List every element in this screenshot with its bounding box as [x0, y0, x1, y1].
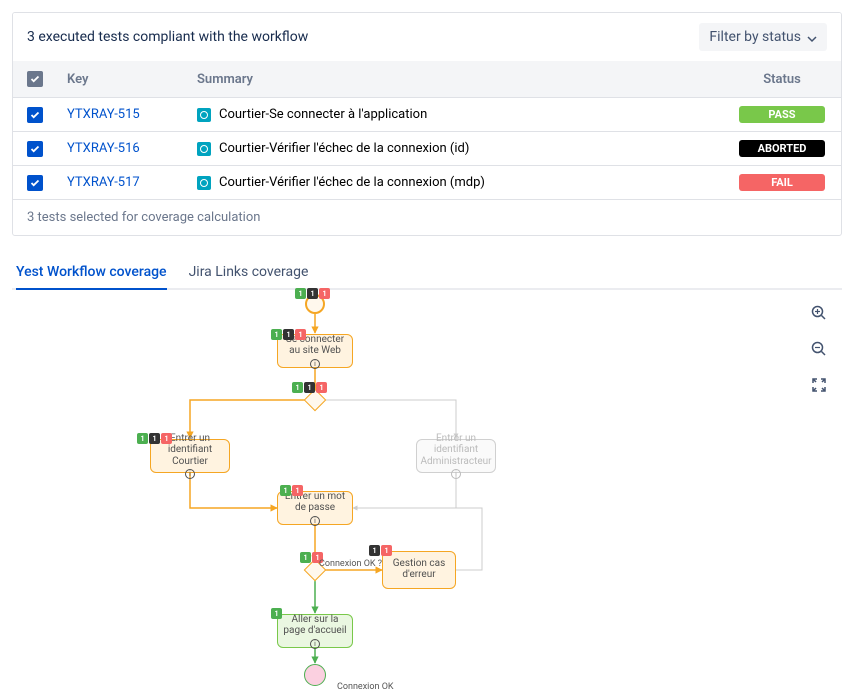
panel-header: 3 executed tests compliant with the work… [13, 13, 841, 61]
col-status: Status [737, 72, 827, 87]
node-identifiant-admin[interactable]: Entrer un identifiant Administracteuri [416, 439, 496, 473]
end-label: Connexion OK [337, 682, 394, 692]
select-all-checkbox[interactable] [27, 71, 43, 87]
n5-badges: 11 [369, 545, 392, 556]
summary-text: Courtier-Se connecter à l'application [219, 107, 427, 122]
filter-label: Filter by status [709, 29, 801, 45]
col-summary: Summary [197, 72, 737, 87]
panel-title: 3 executed tests compliant with the work… [27, 29, 308, 45]
info-icon: i [310, 639, 320, 649]
n1-badges: 111 [271, 329, 306, 340]
table-row: YTXRAY-517 Courtier-Vérifier l'échec de … [13, 165, 841, 199]
workflow-end-node[interactable] [304, 664, 326, 686]
status-badge: ABORTED [739, 140, 825, 157]
info-icon: i [310, 359, 320, 369]
workflow-canvas[interactable]: 111 Se connecter au site Webi 111 111 En… [12, 290, 842, 700]
issue-key-link[interactable]: YTXRAY-515 [67, 107, 140, 122]
node-gestion-erreur[interactable]: Gestion cas d'erreur [382, 551, 456, 589]
issue-key-link[interactable]: YTXRAY-516 [67, 141, 140, 156]
tab-yest-workflow[interactable]: Yest Workflow coverage [16, 256, 167, 290]
issue-type-icon [197, 108, 211, 122]
issue-type-icon [197, 142, 211, 156]
n2-badges: 111 [137, 433, 172, 444]
table-row: YTXRAY-515 Courtier-Se connecter à l'app… [13, 97, 841, 131]
summary-text: Courtier-Vérifier l'échec de la connexio… [219, 141, 469, 156]
tests-panel: 3 executed tests compliant with the work… [12, 12, 842, 236]
d1-badges: 111 [292, 382, 327, 393]
chevron-down-icon [807, 32, 817, 42]
status-badge: FAIL [739, 174, 825, 191]
filter-by-status-button[interactable]: Filter by status [699, 23, 827, 51]
row-checkbox[interactable] [27, 141, 43, 157]
status-badge: PASS [739, 106, 825, 123]
coverage-tabs: Yest Workflow coverage Jira Links covera… [12, 256, 842, 290]
n4-badges: 11 [280, 485, 303, 496]
info-icon: i [310, 516, 320, 526]
col-key: Key [67, 72, 197, 87]
node-page-accueil[interactable]: Aller sur la page d'accueili [277, 614, 353, 648]
row-checkbox[interactable] [27, 175, 43, 191]
summary-text: Courtier-Vérifier l'échec de la connexio… [219, 175, 485, 190]
decision-label: Connexion OK ? [319, 559, 382, 569]
table-footer: 3 tests selected for coverage calculatio… [13, 199, 841, 235]
n6-badges: 1 [271, 608, 282, 619]
tab-jira-links[interactable]: Jira Links coverage [189, 256, 309, 290]
row-checkbox[interactable] [27, 107, 43, 123]
table-header: Key Summary Status [13, 61, 841, 97]
table-row: YTXRAY-516 Courtier-Vérifier l'échec de … [13, 131, 841, 165]
issue-type-icon [197, 176, 211, 190]
node-mot-de-passe[interactable]: Entrer un mot de passei [277, 491, 353, 525]
node-identifiant-courtier[interactable]: Entrer un identifiant Courtieri [150, 439, 230, 473]
workflow-edges [12, 290, 842, 700]
start-badges: 111 [295, 288, 330, 299]
issue-key-link[interactable]: YTXRAY-517 [67, 175, 140, 190]
